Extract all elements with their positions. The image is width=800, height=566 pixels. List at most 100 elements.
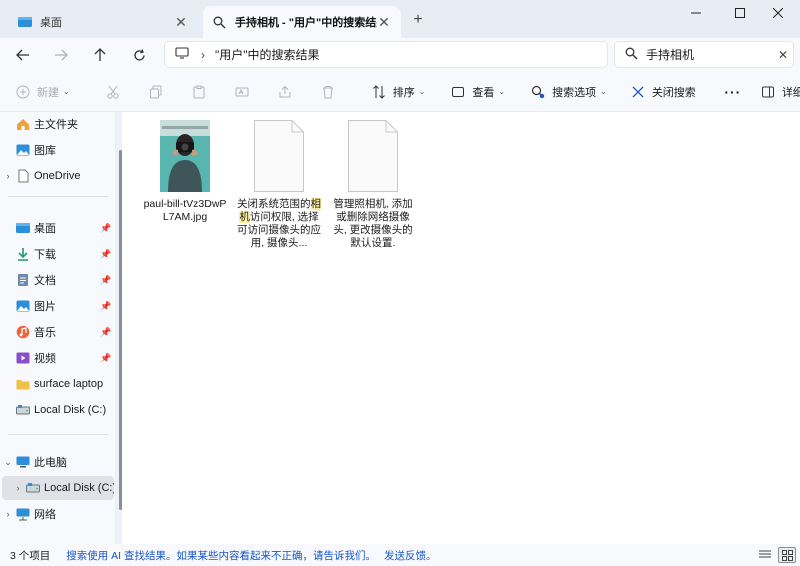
sort-button[interactable]: 排序 ⌄	[364, 78, 432, 106]
blank-document-icon	[254, 120, 304, 192]
sidebar-item-network[interactable]: › 网络	[0, 502, 114, 526]
sidebar-item-surface-laptop[interactable]: surface laptop	[0, 372, 114, 396]
new-tab-button[interactable]: +	[408, 10, 428, 30]
sidebar-item-onedrive[interactable]: › OneDrive	[0, 164, 114, 188]
details-view-button[interactable]	[756, 547, 774, 563]
tab-strip: 桌面 ✕ 手持相机 - "用户"中的搜索结果 ✕ +	[0, 0, 800, 38]
file-name: paul-bill-tVz3DwPL7AM.jpg	[143, 198, 227, 223]
sidebar-item-label: 图片	[34, 301, 56, 313]
item-count: 3 个项目	[10, 549, 51, 562]
sidebar-item-local-disk-pinned[interactable]: Local Disk (C:)	[0, 398, 114, 422]
sidebar-item-videos[interactable]: 视频 📌	[0, 346, 114, 370]
trash-icon	[319, 83, 337, 101]
image-thumbnail	[160, 120, 210, 192]
tab-label: 手持相机 - "用户"中的搜索结果	[235, 17, 377, 29]
sidebar-item-downloads[interactable]: 下载 📌	[0, 242, 114, 266]
minimize-button[interactable]	[674, 0, 718, 26]
file-name-text: 访问权限, 选择可访问摄像头的应用, 摄像头...	[237, 211, 321, 249]
clipboard-icon	[190, 83, 208, 101]
copy-button[interactable]	[141, 78, 176, 106]
new-button[interactable]: 新建 ⌄	[8, 78, 76, 106]
close-tab-icon[interactable]: ✕	[377, 14, 391, 31]
desktop-icon	[18, 16, 32, 28]
navigation-bar: › "用户"中的搜索结果 手持相机 ✕	[0, 38, 800, 72]
close-search-label: 关闭搜索	[651, 86, 696, 99]
refresh-button[interactable]	[128, 44, 150, 66]
address-bar[interactable]: › "用户"中的搜索结果	[164, 41, 608, 68]
view-button[interactable]: 查看 ⌄	[443, 78, 511, 106]
sidebar-item-this-pc[interactable]: ⌄ 此电脑	[0, 450, 114, 474]
search-icon	[213, 16, 227, 29]
folder-icon	[16, 377, 30, 391]
send-feedback-link[interactable]: 发送反馈。	[384, 548, 437, 563]
sidebar-item-label: Local Disk (C:)	[34, 404, 107, 416]
home-icon	[16, 117, 30, 131]
chevron-right-icon[interactable]: ›	[10, 483, 26, 493]
sidebar-item-desktop[interactable]: 桌面 📌	[0, 216, 114, 240]
chevron-down-icon: ⌄	[600, 87, 607, 96]
forward-button[interactable]	[50, 44, 72, 66]
delete-button[interactable]	[313, 78, 348, 106]
close-tab-icon[interactable]: ✕	[174, 14, 188, 31]
search-input[interactable]: 手持相机 ✕	[614, 41, 794, 68]
sidebar-item-gallery[interactable]: 图库	[0, 138, 114, 162]
more-options-button[interactable]: ···	[718, 78, 753, 106]
details-pane-button[interactable]: 详细信息	[753, 78, 800, 106]
large-icons-view-button[interactable]	[778, 547, 796, 563]
video-icon	[16, 351, 30, 365]
document-icon	[16, 273, 30, 287]
navigation-pane: 主文件夹 图库 › OneDrive 桌面 📌 下载 📌 文档 📌 图片 📌 音…	[0, 112, 116, 544]
cut-button[interactable]	[98, 78, 133, 106]
view-label: 查看	[472, 86, 495, 99]
status-bar: 3 个项目 搜索使用 AI 查找结果。如果某些内容看起来不正确，请告诉我们。 发…	[0, 544, 800, 566]
up-button[interactable]	[89, 44, 111, 66]
search-value: 手持相机	[646, 48, 695, 62]
sidebar-item-music[interactable]: 音乐 📌	[0, 320, 114, 344]
share-button[interactable]	[270, 78, 305, 106]
file-name: 关闭系统范围的相机访问权限, 选择可访问摄像头的应用, 摄像头...	[236, 198, 322, 250]
share-icon	[276, 83, 294, 101]
sidebar-item-local-disk[interactable]: › Local Disk (C:)	[2, 476, 114, 500]
pin-icon: 📌	[100, 352, 112, 363]
sidebar-item-label: Local Disk (C:)	[44, 482, 114, 494]
file-item[interactable]: paul-bill-tVz3DwPL7AM.jpg	[142, 120, 228, 224]
sidebar-item-label: 主文件夹	[34, 119, 78, 131]
file-item[interactable]: 关闭系统范围的相机访问权限, 选择可访问摄像头的应用, 摄像头...	[236, 120, 322, 250]
sidebar-item-pictures[interactable]: 图片 📌	[0, 294, 114, 318]
close-search-button[interactable]: 关闭搜索	[623, 78, 702, 106]
tab-label: 桌面	[40, 17, 62, 29]
ai-search-notice: 搜索使用 AI 查找结果。如果某些内容看起来不正确，请告诉我们。	[66, 549, 377, 562]
file-name-text: 关闭系统范围的	[237, 198, 311, 210]
rename-button[interactable]	[227, 78, 262, 106]
file-item[interactable]: 管理照相机, 添加或删除网络摄像头, 更改摄像头的默认设置.	[330, 120, 416, 250]
back-button[interactable]	[12, 44, 34, 66]
divider	[8, 434, 108, 435]
gallery-icon	[16, 143, 30, 157]
search-options-button[interactable]: 搜索选项 ⌄	[523, 78, 613, 106]
sidebar-item-label: 文档	[34, 275, 56, 287]
scissors-icon	[104, 83, 122, 101]
address-path: "用户"中的搜索结果	[215, 48, 320, 62]
drive-icon	[16, 403, 30, 417]
clear-search-icon[interactable]: ✕	[773, 48, 793, 62]
command-bar: 新建 ⌄ 排序 ⌄ 查看 ⌄ 搜索选项 ⌄ 关闭搜索 ··· 详细	[0, 72, 800, 112]
pin-icon: 📌	[100, 326, 112, 337]
chevron-down-icon[interactable]: ⌄	[0, 457, 16, 468]
chevron-right-icon[interactable]: ›	[0, 509, 16, 519]
view-icon	[449, 83, 467, 101]
close-window-button[interactable]	[756, 0, 800, 26]
sidebar-item-label: 此电脑	[34, 457, 67, 469]
tab-desktop[interactable]: 桌面 ✕	[8, 6, 198, 38]
file-view: paul-bill-tVz3DwPL7AM.jpg 关闭系统范围的相机访问权限,…	[122, 112, 800, 544]
chevron-right-icon[interactable]: ›	[201, 48, 205, 62]
paste-button[interactable]	[184, 78, 219, 106]
sidebar-item-label: OneDrive	[34, 170, 81, 182]
sidebar-item-label: surface laptop	[34, 378, 104, 390]
tab-search-results[interactable]: 手持相机 - "用户"中的搜索结果 ✕	[203, 6, 401, 38]
blank-document-icon	[348, 120, 398, 192]
chevron-right-icon[interactable]: ›	[0, 171, 16, 181]
download-icon	[16, 247, 30, 261]
sidebar-item-label: 音乐	[34, 327, 56, 339]
sidebar-item-documents[interactable]: 文档 📌	[0, 268, 114, 292]
sidebar-item-home[interactable]: 主文件夹	[0, 112, 114, 136]
